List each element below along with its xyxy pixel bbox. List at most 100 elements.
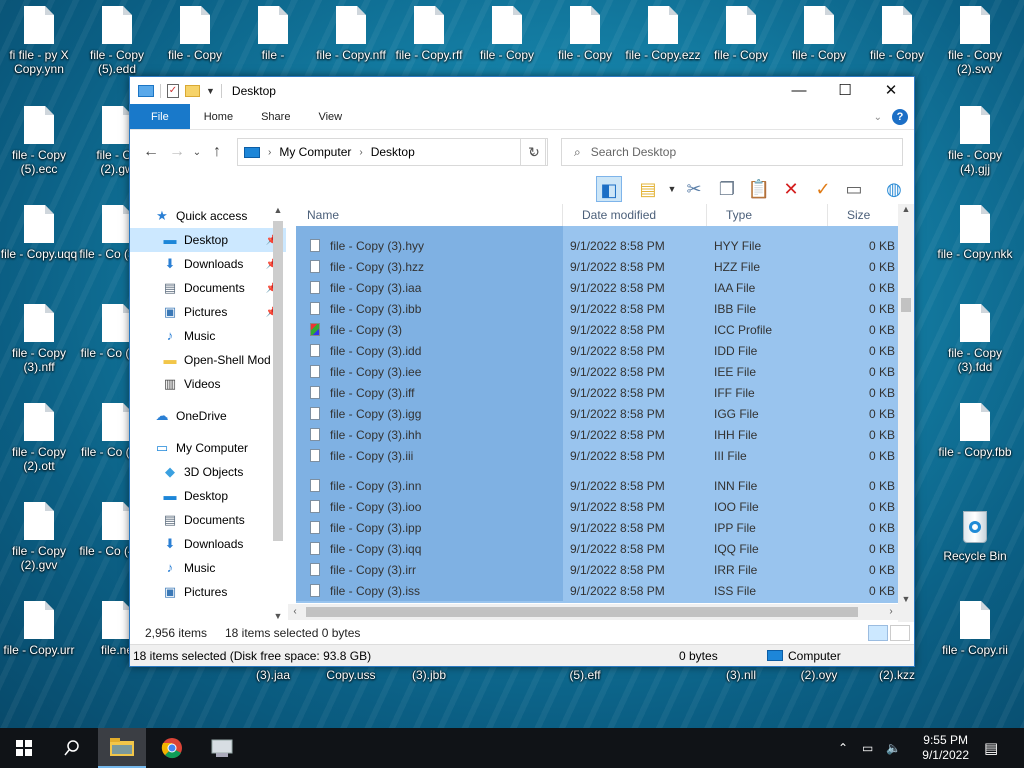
- search-button[interactable]: [48, 728, 96, 768]
- details-view-icon[interactable]: [868, 625, 888, 641]
- copy-icon[interactable]: ❐: [714, 176, 740, 202]
- expand-ribbon-icon[interactable]: ⌄: [874, 112, 882, 123]
- desktop-file-icon[interactable]: file - Copy (2).ott: [0, 403, 78, 473]
- tab-view[interactable]: View: [304, 104, 356, 129]
- desktop-file-icon[interactable]: file - Copy.nkk: [936, 205, 1014, 261]
- scroll-thumb[interactable]: [273, 221, 283, 541]
- desktop-file-icon[interactable]: file - Copy: [468, 6, 546, 62]
- cut-icon[interactable]: ✂: [681, 176, 707, 202]
- sidebar-item-pictures[interactable]: ▣ Pictures: [130, 580, 286, 604]
- preview-pane-icon[interactable]: ◧: [596, 176, 622, 202]
- new-folder-icon[interactable]: [185, 84, 200, 97]
- network-icon[interactable]: ▭: [862, 728, 873, 768]
- scroll-thumb[interactable]: [901, 298, 911, 312]
- globe-icon[interactable]: ◍: [881, 176, 907, 202]
- help-icon[interactable]: ?: [892, 109, 908, 125]
- recycle-bin[interactable]: Recycle Bin: [930, 505, 1020, 563]
- table-row[interactable]: file - Copy (3).iee 9/1/2022 8:58 PM IEE F…: [296, 361, 898, 382]
- table-row[interactable]: file - Copy (3).hzz 9/1/2022 8:58 PM HZZ F…: [296, 256, 898, 277]
- table-row[interactable]: file - Copy (3).hyy 9/1/2022 8:58 PM HYY F…: [296, 235, 898, 256]
- tab-share[interactable]: Share: [247, 104, 304, 129]
- new-item-icon[interactable]: ▤: [635, 176, 661, 202]
- desktop-file-icon[interactable]: fi file - py X Copy.ynn: [0, 6, 78, 76]
- scroll-down-icon[interactable]: ▼: [271, 611, 285, 621]
- chevron-right-icon[interactable]: ›: [268, 147, 271, 158]
- sidebar-item-videos[interactable]: ▥ Videos: [130, 372, 286, 396]
- sidebar-item-open-shell-mod[interactable]: ▬ Open-Shell Mod: [130, 348, 286, 372]
- sidebar-item-downloads[interactable]: ⬇ Downloads 📌: [130, 252, 286, 276]
- rename-icon[interactable]: ✓: [810, 176, 836, 202]
- app-taskbar-button[interactable]: [198, 728, 246, 768]
- desktop-file-icon[interactable]: file -: [234, 6, 312, 62]
- column-date-modified[interactable]: Date modified: [563, 204, 707, 226]
- desktop-file-icon[interactable]: file - Copy (3).fdd: [936, 304, 1014, 374]
- desktop-file-icon[interactable]: file - Copy.rff: [390, 6, 468, 62]
- desktop-file-icon[interactable]: file - Copy: [702, 6, 780, 62]
- desktop-file-icon[interactable]: file - Copy.fbb: [936, 403, 1014, 459]
- large-icons-view-icon[interactable]: [890, 625, 910, 641]
- title-bar[interactable]: ✓ ▼ Desktop — ☐ ✕: [130, 77, 914, 104]
- table-row[interactable]: file - Copy (3).inn 9/1/2022 8:58 PM INN F…: [296, 475, 898, 496]
- desktop-file-icon[interactable]: file - Copy: [156, 6, 234, 62]
- desktop-file-icon[interactable]: file - Copy: [858, 6, 936, 62]
- horizontal-scrollbar[interactable]: ‹ ›: [288, 604, 898, 620]
- table-row[interactable]: file - Copy (3).iii 9/1/2022 8:58 PM III F…: [296, 445, 898, 466]
- sidebar-item-3d-objects[interactable]: ◆ 3D Objects: [130, 460, 286, 484]
- sidebar-item-downloads[interactable]: ⬇ Downloads: [130, 532, 286, 556]
- customize-qat-icon[interactable]: ▼: [206, 86, 215, 96]
- column-size[interactable]: Size: [828, 204, 898, 226]
- table-row[interactable]: file - Copy (3).ihh 9/1/2022 8:58 PM IHH F…: [296, 424, 898, 445]
- file-explorer-taskbar-button[interactable]: [98, 728, 146, 768]
- sidebar-item-pictures[interactable]: ▣ Pictures 📌: [130, 300, 286, 324]
- column-type[interactable]: Type: [707, 204, 828, 226]
- refresh-button[interactable]: ↻: [520, 138, 548, 166]
- properties-icon[interactable]: ▭: [841, 176, 867, 202]
- desktop-file-icon[interactable]: file - Copy.ezz: [624, 6, 702, 62]
- table-row[interactable]: file - Copy (3).ibb 9/1/2022 8:58 PM IBB F…: [296, 298, 898, 319]
- table-row[interactable]: file - Copy (3).iaa 9/1/2022 8:58 PM IAA F…: [296, 277, 898, 298]
- desktop-file-icon[interactable]: file - Copy.rii: [936, 601, 1014, 657]
- desktop-file-icon[interactable]: file - Copy (3).nff: [0, 304, 78, 374]
- scroll-left-icon[interactable]: ‹: [288, 604, 302, 620]
- table-row[interactable]: file - Copy (3).irr 9/1/2022 8:58 PM IRR F…: [296, 559, 898, 580]
- start-button[interactable]: [0, 728, 48, 768]
- notifications-icon[interactable]: ▤: [984, 728, 998, 768]
- table-row[interactable]: file - Copy (3) 9/1/2022 8:58 PM ICC Profi…: [296, 319, 898, 340]
- file-list-scrollbar[interactable]: ▲ ▼: [898, 204, 914, 622]
- desktop-file-icon[interactable]: file - Copy (2).gvv: [0, 502, 78, 572]
- table-row[interactable]: file - Copy (3).ipp 9/1/2022 8:58 PM IPP F…: [296, 517, 898, 538]
- forward-arrow-icon[interactable]: →: [164, 143, 190, 161]
- table-row[interactable]: [296, 466, 898, 475]
- desktop-file-icon[interactable]: file - Copy (4).gjj: [936, 106, 1014, 176]
- desktop-file-icon[interactable]: file - Copy (5).ecc: [0, 106, 78, 176]
- minimize-button[interactable]: —: [776, 77, 822, 104]
- close-button[interactable]: ✕: [868, 77, 914, 104]
- table-row[interactable]: file - Copy (3).ioo 9/1/2022 8:58 PM IOO F…: [296, 496, 898, 517]
- desktop-file-icon[interactable]: file - Copy (5).edd: [78, 6, 156, 76]
- scroll-right-icon[interactable]: ›: [884, 604, 898, 620]
- sidebar-item-music[interactable]: ♪ Music: [130, 556, 286, 580]
- sidebar-item-music[interactable]: ♪ Music: [130, 324, 286, 348]
- sidebar-item-onedrive[interactable]: ☁ OneDrive: [130, 404, 286, 428]
- desktop-file-icon[interactable]: file - Copy.uqq: [0, 205, 78, 261]
- desktop-file-icon[interactable]: file - Copy: [546, 6, 624, 62]
- chrome-taskbar-button[interactable]: [148, 728, 196, 768]
- address-bar[interactable]: › My Computer › Desktop ⌄: [237, 138, 546, 166]
- tab-file[interactable]: File: [130, 104, 190, 129]
- clock[interactable]: 9:55 PM 9/1/2022: [922, 733, 969, 763]
- scroll-down-icon[interactable]: ▼: [898, 594, 914, 604]
- delete-icon[interactable]: ✕: [778, 176, 804, 202]
- desktop-file-icon[interactable]: file - Copy.nff: [312, 6, 390, 62]
- recent-locations-icon[interactable]: ⌄: [190, 147, 204, 158]
- sidebar-item-documents[interactable]: ▤ Documents 📌: [130, 276, 286, 300]
- paste-icon[interactable]: 📋: [746, 176, 772, 202]
- sidebar-item-desktop[interactable]: ▬ Desktop 📌: [130, 228, 286, 252]
- desktop-file-icon[interactable]: file - Copy: [780, 6, 858, 62]
- sidebar-item-documents[interactable]: ▤ Documents: [130, 508, 286, 532]
- properties-icon[interactable]: ✓: [167, 83, 179, 98]
- search-input[interactable]: ⌕ Search Desktop: [561, 138, 903, 166]
- tab-home[interactable]: Home: [190, 104, 247, 129]
- breadcrumb-root[interactable]: My Computer: [279, 145, 351, 159]
- sidebar-item-quick-access[interactable]: ★ Quick access: [130, 204, 286, 228]
- up-arrow-icon[interactable]: ↑: [204, 143, 230, 161]
